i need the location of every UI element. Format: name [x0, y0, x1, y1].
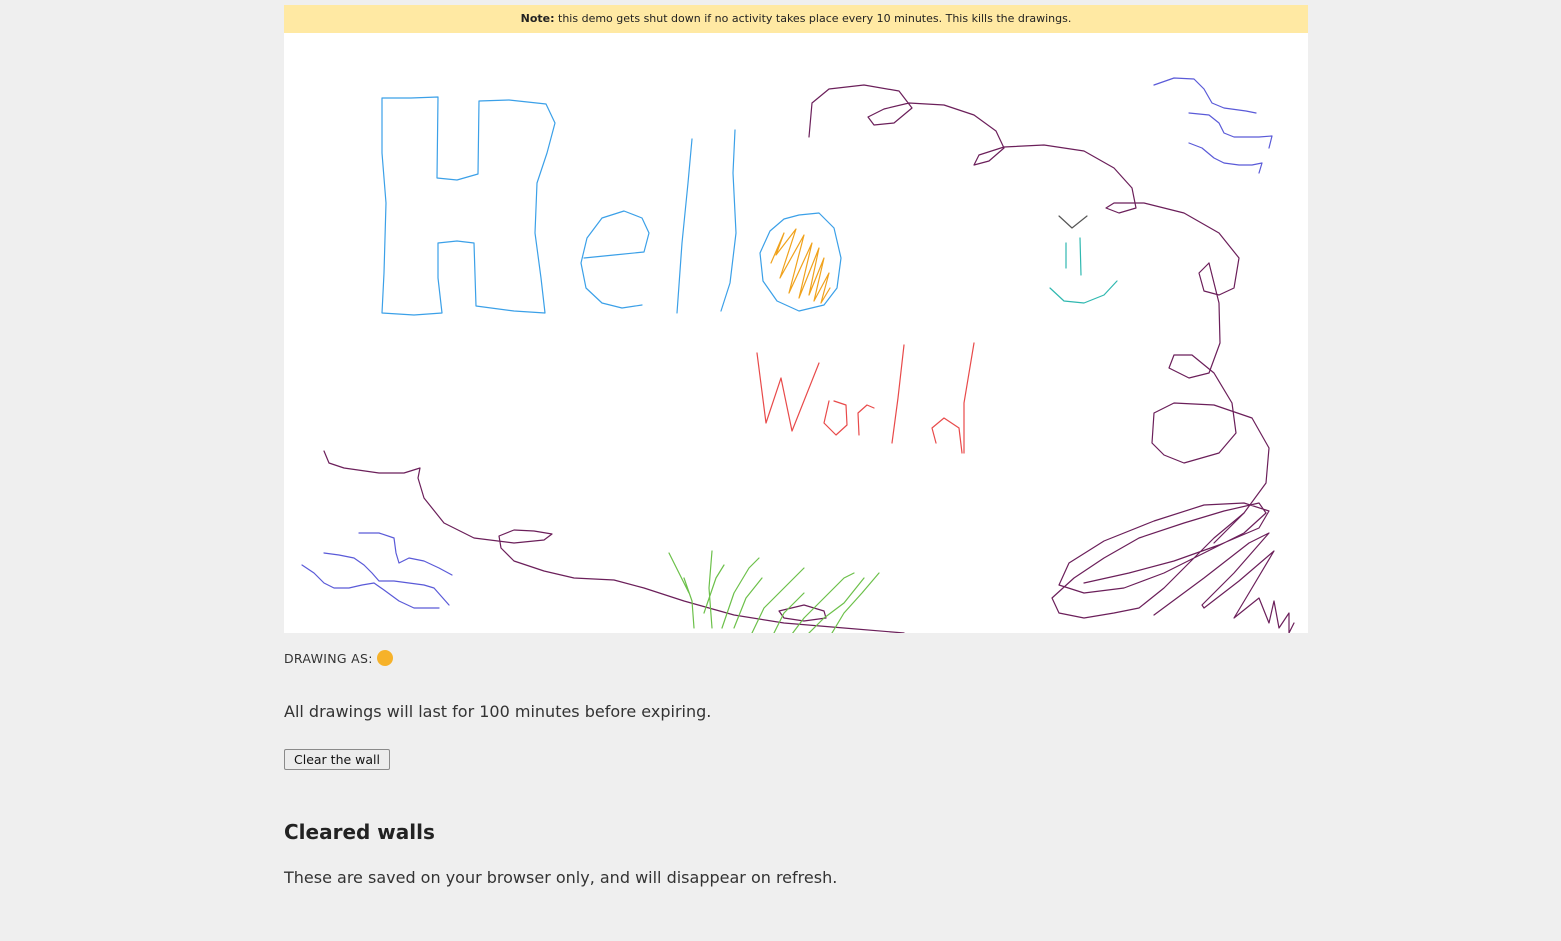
stroke-purple-loops-top	[808, 84, 1240, 296]
notice-text: this demo gets shut down if no activity …	[554, 12, 1072, 25]
stroke-letter-e	[580, 210, 650, 309]
clear-wall-button[interactable]: Clear the wall	[284, 749, 390, 770]
drawing-as-indicator: DRAWING AS:	[284, 649, 1308, 667]
cleared-walls-heading: Cleared walls	[284, 820, 435, 844]
notice-label: Note:	[520, 12, 555, 25]
stroke-face-eyes	[1065, 237, 1082, 276]
stroke-face-smile	[1049, 280, 1118, 304]
stroke-word-world	[756, 342, 975, 454]
current-color-swatch	[376, 650, 393, 666]
activity-notice-banner: Note: this demo gets shut down if no act…	[284, 5, 1308, 33]
cleared-walls-description: These are saved on your browser only, an…	[284, 868, 838, 887]
stroke-letter-h	[381, 96, 556, 316]
stroke-wind-top-right	[1153, 77, 1273, 174]
stroke-wind-bottom-left	[301, 532, 453, 609]
stroke-purple-vertical	[1151, 262, 1270, 544]
drawing-strokes	[301, 77, 1295, 633]
stroke-purple-oval	[778, 604, 827, 622]
stroke-face-nose	[1058, 215, 1088, 229]
stroke-letter-l2	[720, 129, 737, 312]
stroke-letter-o	[759, 212, 842, 312]
stroke-letter-l1	[676, 138, 693, 314]
stroke-green-grass	[668, 550, 880, 633]
stroke-orange-scribble	[770, 228, 831, 304]
page-container: Note: this demo gets shut down if no act…	[284, 5, 1308, 887]
expiry-text: All drawings will last for 100 minutes b…	[284, 702, 712, 721]
stroke-purple-scribble	[1051, 502, 1295, 633]
drawing-wall-canvas[interactable]	[284, 33, 1308, 633]
drawing-as-label: DRAWING AS:	[284, 650, 373, 666]
